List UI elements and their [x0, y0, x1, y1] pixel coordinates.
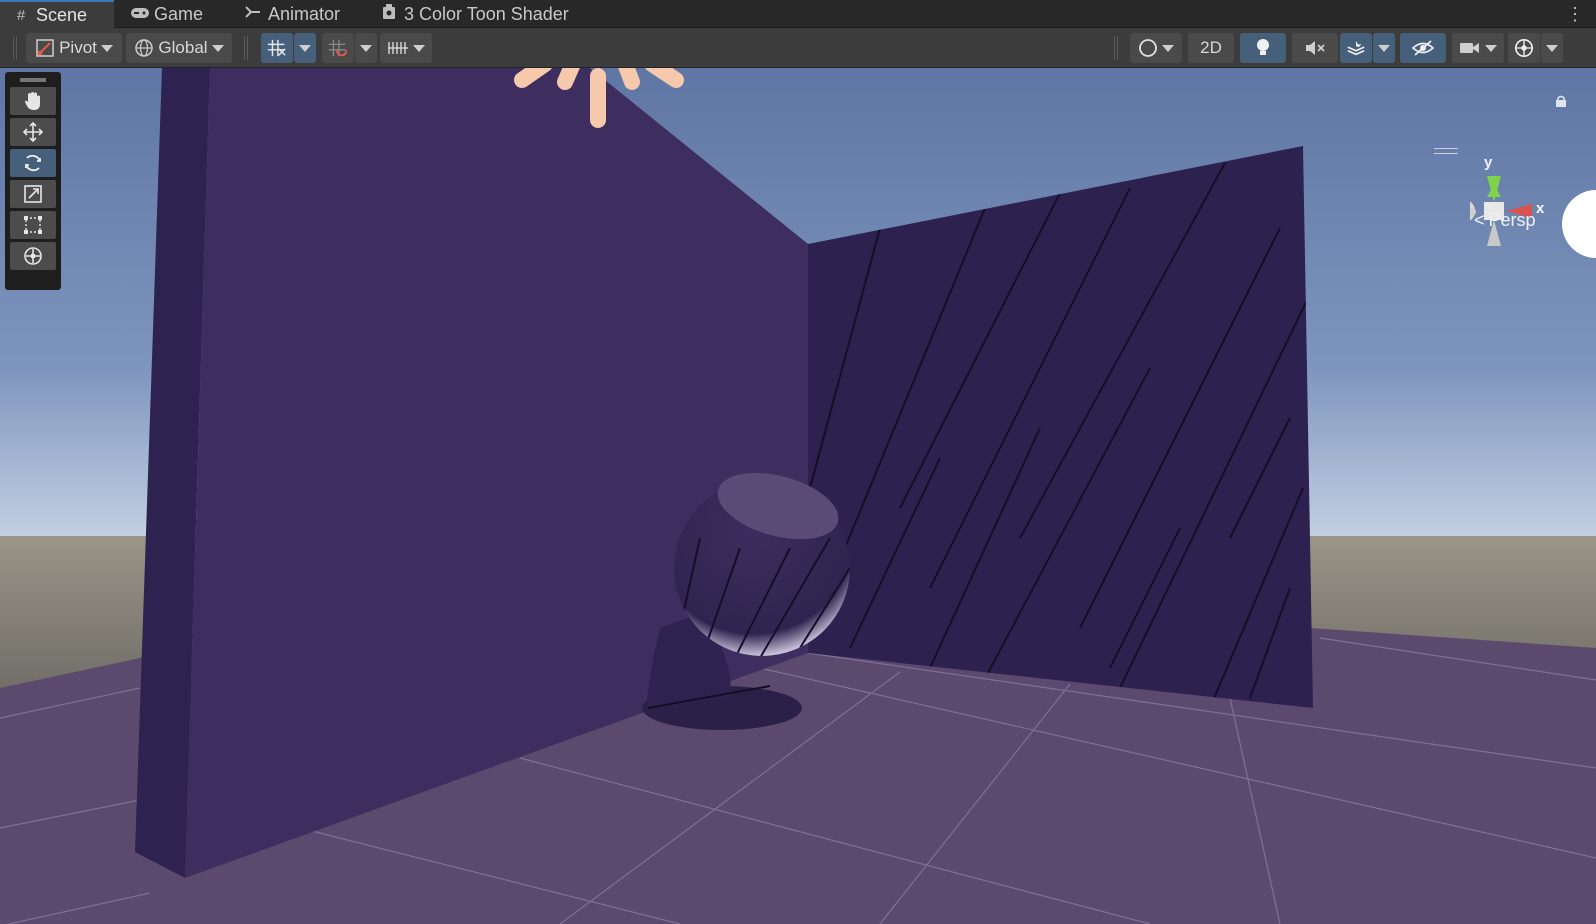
- scale-tool-button[interactable]: [10, 180, 56, 208]
- chevron-down-icon: [1378, 44, 1390, 52]
- transform-tool-strip: [5, 72, 61, 290]
- layers-effects-icon: [1347, 40, 1365, 56]
- more-options-icon[interactable]: ⋮: [1566, 4, 1584, 25]
- rect-transform-icon: [24, 216, 42, 234]
- gizmos-dropdown[interactable]: [1541, 33, 1563, 63]
- scene-grid-icon: #: [16, 6, 26, 24]
- shaded-sphere-icon: [1139, 39, 1157, 57]
- increment-snap-toggle[interactable]: [322, 33, 354, 63]
- chevron-down-icon: [100, 44, 113, 52]
- projection-label: Persp: [1488, 210, 1536, 230]
- toolbar-grip[interactable]: [1114, 36, 1118, 60]
- eye-hidden-icon: [1411, 40, 1435, 56]
- toolbar-grip[interactable]: [13, 36, 17, 60]
- shader-graph-icon: [380, 4, 398, 24]
- projection-toggle[interactable]: < Persp: [1474, 210, 1536, 231]
- rotate-tool-button[interactable]: [10, 149, 56, 177]
- chevron-down-icon: [1162, 44, 1174, 52]
- perspective-chevron-icon: <: [1474, 210, 1485, 230]
- audio-toggle[interactable]: [1292, 33, 1338, 63]
- global-dropdown[interactable]: Global: [126, 33, 232, 63]
- toggle-2d-label: 2D: [1200, 38, 1222, 57]
- gizmo-x-label: x: [1536, 200, 1545, 217]
- toolbar-grip[interactable]: [244, 36, 248, 60]
- shading-mode-dropdown[interactable]: [1130, 33, 1182, 63]
- hand-icon: [25, 92, 40, 110]
- gizmos-globe-icon: [1515, 39, 1533, 57]
- gizmo-y-label: y: [1484, 154, 1493, 171]
- global-label: Global: [158, 38, 208, 57]
- ruler-icon: [388, 42, 408, 54]
- grid-snap-toggle[interactable]: [261, 33, 293, 63]
- toggle-2d-button[interactable]: 2D: [1188, 33, 1234, 63]
- grid-snap-dropdown[interactable]: [294, 33, 316, 63]
- chevron-down-icon: [1485, 44, 1497, 52]
- pivot-label: Pivot: [59, 38, 97, 57]
- tab-game[interactable]: Game: [118, 0, 228, 28]
- move-arrows-icon: [22, 121, 44, 143]
- effects-toggle[interactable]: [1340, 33, 1372, 63]
- animator-icon: [244, 5, 262, 23]
- light-bulb-icon: [1257, 39, 1269, 55]
- rotate-icon: [25, 154, 41, 172]
- overlay-grip[interactable]: [1434, 148, 1458, 154]
- hand-tool-button[interactable]: [10, 87, 56, 115]
- transform-icon: [24, 247, 42, 265]
- chevron-down-icon: [299, 44, 311, 52]
- tab-shader[interactable]: 3 Color Toon Shader: [368, 0, 598, 28]
- tab-animator[interactable]: Animator: [232, 0, 362, 28]
- tab-game-label: Game: [154, 3, 204, 24]
- chevron-down-icon: [211, 44, 224, 52]
- camera-icon: [1460, 43, 1479, 53]
- snap-settings-dropdown[interactable]: [380, 33, 432, 63]
- right-wall: [808, 146, 1313, 708]
- overlay-circle-button[interactable]: [1560, 188, 1596, 260]
- tab-animator-label: Animator: [268, 3, 341, 24]
- tab-scene-label: Scene: [36, 4, 88, 25]
- tool-strip-grip[interactable]: [20, 78, 46, 82]
- globe-icon: [135, 39, 154, 57]
- gizmos-toggle[interactable]: [1508, 33, 1540, 63]
- magnet-grid-icon: [328, 39, 348, 57]
- gamepad-icon: [130, 6, 149, 23]
- pivot-icon: [36, 39, 54, 57]
- tab-scene[interactable]: # Scene: [0, 0, 114, 28]
- effects-dropdown[interactable]: [1373, 33, 1395, 63]
- audio-mute-icon: [1306, 41, 1325, 55]
- lighting-toggle[interactable]: [1240, 33, 1286, 63]
- chevron-down-icon: [360, 44, 372, 52]
- camera-settings-dropdown[interactable]: [1452, 33, 1504, 63]
- tab-shader-label: 3 Color Toon Shader: [404, 3, 569, 24]
- scale-icon: [24, 185, 42, 203]
- hidden-objects-toggle[interactable]: [1400, 33, 1446, 63]
- tab-bar: # Scene Game Animator 3 Color Toon Shade…: [0, 0, 1596, 28]
- move-tool-button[interactable]: [10, 118, 56, 146]
- chevron-down-icon: [1546, 44, 1558, 52]
- chevron-down-icon: [413, 44, 425, 52]
- transform-tool-button[interactable]: [10, 242, 56, 270]
- grid-snap-icon: [267, 39, 286, 57]
- scene-toolbar: Pivot Global 2D: [0, 28, 1596, 68]
- increment-snap-dropdown[interactable]: [355, 33, 377, 63]
- rect-tool-button[interactable]: [10, 211, 56, 239]
- scene-viewport[interactable]: y x < Persp: [0, 68, 1596, 924]
- pivot-dropdown[interactable]: Pivot: [26, 33, 122, 63]
- scene-render: [0, 68, 1596, 924]
- lock-icon[interactable]: [1555, 94, 1567, 112]
